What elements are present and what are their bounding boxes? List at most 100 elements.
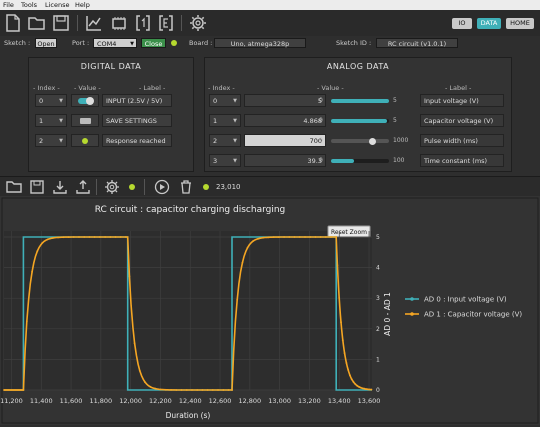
analog-slider[interactable] <box>331 159 389 163</box>
folder-icon[interactable] <box>6 179 22 195</box>
legend-label[interactable]: AD 1 : Capacitor voltage (V) <box>424 311 522 319</box>
reset-zoom-label: Reset Zoom <box>331 229 367 236</box>
capacitor-point <box>36 250 39 253</box>
menu-tools[interactable]: Tools <box>21 1 37 9</box>
capacitor-point <box>358 385 360 388</box>
open-sketch-button[interactable]: Open <box>35 38 57 48</box>
analog-index-select[interactable]: 2 ▼ <box>209 134 241 147</box>
analog-min-label: 0 <box>319 157 323 164</box>
bracket-icon[interactable] <box>134 14 152 32</box>
digital-index-header: - Index - <box>33 84 60 92</box>
chart-title: RC circuit : capacitor charging discharg… <box>95 205 286 215</box>
port-value: COM4 <box>97 40 117 48</box>
x-axis-label: Duration (s) <box>166 411 211 420</box>
analog-slider[interactable] <box>331 137 389 145</box>
capacitor-point <box>314 236 317 238</box>
x-tick-label: 12,000 <box>119 397 142 405</box>
settings-status-led <box>129 184 135 190</box>
capacitor-point <box>236 298 239 301</box>
analog-index-select[interactable]: 3 ▼ <box>209 154 241 167</box>
capacitor-point <box>262 236 265 239</box>
chevron-down-icon: ▼ <box>233 98 237 104</box>
digital-value-cell <box>71 134 99 147</box>
io-view-button[interactable]: IO <box>452 18 472 29</box>
capacitor-point <box>288 236 291 238</box>
trash-icon[interactable] <box>178 179 194 195</box>
chevron-down-icon: ▼ <box>59 138 63 144</box>
menu-help[interactable]: Help <box>75 1 90 9</box>
capacitor-point <box>201 389 204 391</box>
capacitor-point <box>206 389 209 391</box>
capacitor-point <box>251 240 254 243</box>
capacitor-point <box>352 381 355 383</box>
analog-data-title: ANALOG DATA <box>326 62 390 71</box>
analog-slider[interactable] <box>331 119 389 123</box>
capacitor-point <box>128 275 131 278</box>
capacitor-point <box>72 236 75 238</box>
analog-slider[interactable] <box>331 99 389 103</box>
chart-icon[interactable] <box>85 14 103 32</box>
capacitor-point <box>366 388 369 391</box>
analog-index-select[interactable]: 1 ▼ <box>209 114 241 127</box>
push-button[interactable] <box>80 118 91 124</box>
save-icon[interactable] <box>52 14 70 32</box>
port-select[interactable]: COM4 ▼ <box>93 38 137 48</box>
menu-bar: File Tools License Help <box>0 0 540 10</box>
capacitor-point <box>338 297 341 299</box>
slider-fill <box>331 99 389 103</box>
digital-index-value: 0 <box>39 97 44 105</box>
digital-index-select[interactable]: 0 ▼ <box>35 94 67 107</box>
analog-max-label: 5 <box>393 117 397 124</box>
e-bracket-icon[interactable] <box>157 14 175 32</box>
x-tick-label: 11,800 <box>89 397 112 405</box>
legend-label[interactable]: AD 0 : Input voltage (V) <box>424 296 507 304</box>
digital-value-header: - Value - <box>74 84 101 92</box>
analog-index-select[interactable]: 0 ▼ <box>209 94 241 107</box>
save-icon[interactable] <box>29 179 45 195</box>
capacitor-point <box>370 388 373 391</box>
analog-value-field[interactable]: 39.3 <box>244 154 326 167</box>
menu-license[interactable]: License <box>45 1 70 9</box>
x-tick-label: 12,400 <box>179 397 202 405</box>
x-tick-label: 13,400 <box>328 397 351 405</box>
capacitor-point <box>114 236 117 238</box>
capacitor-point <box>217 389 219 391</box>
data-view-button[interactable]: DATA <box>477 18 501 29</box>
capacitor-point <box>98 236 101 238</box>
open-folder-icon[interactable] <box>28 14 46 32</box>
upload-icon[interactable] <box>75 179 91 195</box>
analog-value-field[interactable]: 700 <box>244 134 326 147</box>
rc-chart[interactable]: RC circuit : capacitor charging discharg… <box>0 196 540 425</box>
digital-label-cell: INPUT (2.5V / 5V) <box>102 94 172 107</box>
menu-file[interactable]: File <box>3 1 14 9</box>
analog-value-field[interactable]: 4.868 <box>244 114 326 127</box>
gear-icon[interactable] <box>104 179 120 195</box>
capacitor-point <box>185 389 188 391</box>
status-led <box>82 138 88 144</box>
analog-value-field[interactable]: 5 <box>244 94 326 107</box>
close-port-button[interactable]: Close <box>141 38 166 48</box>
microchip-icon[interactable] <box>110 14 128 32</box>
capacitor-point <box>119 236 122 238</box>
home-view-button[interactable]: HOME <box>506 18 534 29</box>
toolbar-separator <box>77 15 78 31</box>
analog-index-value: 1 <box>213 117 218 125</box>
plot-toolbar: 23,010 <box>0 176 540 196</box>
slider-knob[interactable] <box>369 137 376 145</box>
digital-data-panel: DIGITAL DATA - Index - - Value - - Label… <box>28 57 194 172</box>
toolbar-separator <box>144 179 145 195</box>
download-icon[interactable] <box>52 179 68 195</box>
toggle-switch[interactable] <box>78 97 94 105</box>
x-tick-label: 13,600 <box>358 397 381 405</box>
play-icon[interactable] <box>154 179 170 195</box>
capacitor-point <box>347 369 350 371</box>
connection-status-led <box>171 40 177 46</box>
digital-index-select[interactable]: 2 ▼ <box>35 134 67 147</box>
gear-icon[interactable] <box>189 14 207 32</box>
y-tick-label: 0 <box>376 387 380 394</box>
new-file-icon[interactable] <box>4 14 22 32</box>
legend-marker <box>410 312 414 316</box>
analog-index-header: - Index - <box>208 84 235 92</box>
analog-max-label: 1000 <box>393 137 409 144</box>
digital-index-select[interactable]: 1 ▼ <box>35 114 67 127</box>
